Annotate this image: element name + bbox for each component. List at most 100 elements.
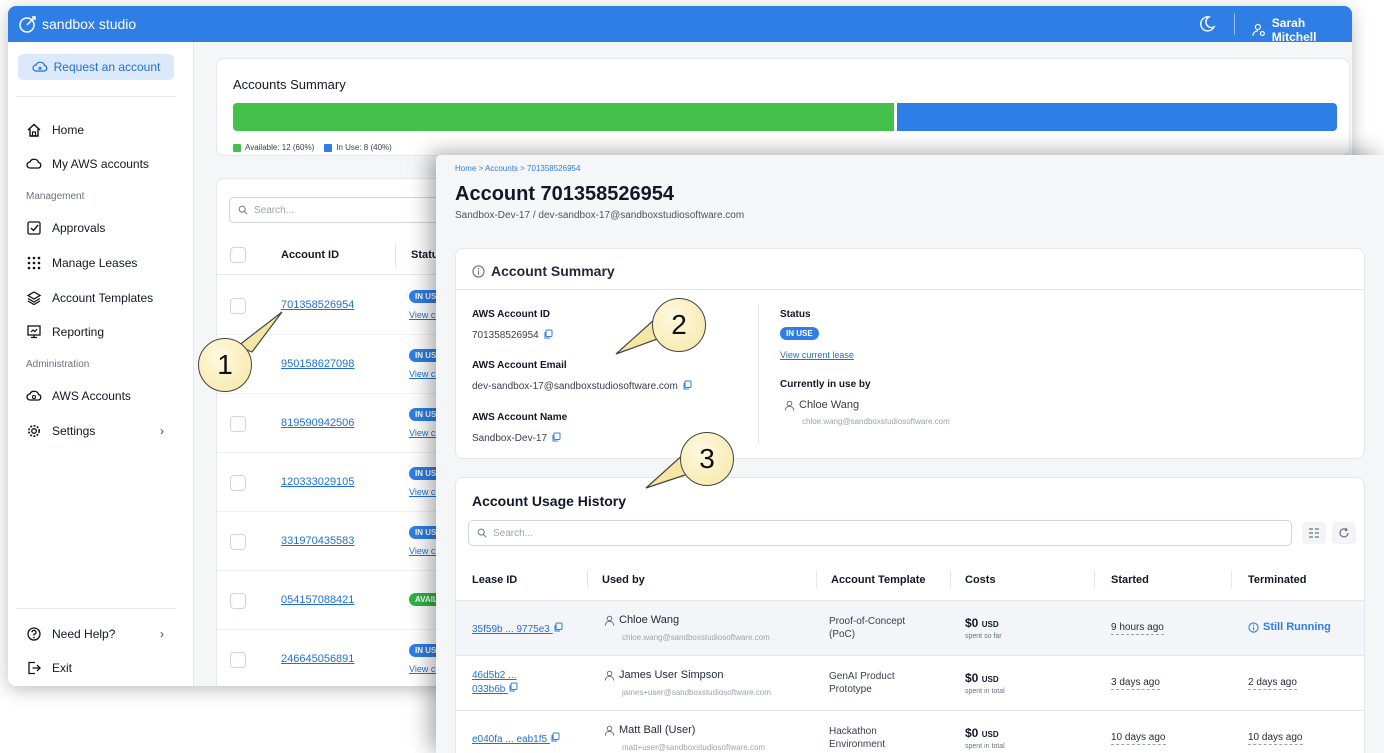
copy-icon[interactable] <box>508 682 518 692</box>
select-all-checkbox[interactable] <box>230 247 246 263</box>
terminated-date: 2 days ago <box>1248 677 1297 690</box>
sidebar-item-approvals[interactable]: Approvals <box>26 220 105 236</box>
request-account-label: Request an account <box>53 60 161 74</box>
search-icon <box>238 205 248 215</box>
sidebar-item-settings[interactable]: Settings <box>26 423 95 439</box>
refresh-button[interactable] <box>1332 522 1356 544</box>
chevron-right-icon: › <box>160 424 164 438</box>
brand-name: sandbox studio <box>42 16 137 32</box>
cost-note: spent in total <box>965 743 1005 750</box>
copy-icon[interactable] <box>551 432 561 445</box>
request-account-button[interactable]: Request an account <box>18 54 174 80</box>
user-name: James User Simpson <box>619 669 724 681</box>
page-subtitle: Sandbox-Dev-17 / dev-sandbox-17@sandboxs… <box>455 210 745 221</box>
sidebar-item-label: Approvals <box>52 221 106 235</box>
lease-id-link[interactable]: e040fa ... eab1f5 <box>472 732 560 746</box>
col-lease-id: Lease ID <box>472 574 518 586</box>
account-template: Hackathon Environment <box>829 725 949 751</box>
summary-title: Accounts Summary <box>233 77 346 92</box>
account-id-link[interactable]: 054157088421 <box>281 594 354 606</box>
page-title: Account 701358526954 <box>455 183 675 205</box>
used-by-user: Chloe Wang <box>604 614 679 626</box>
row-checkbox[interactable] <box>230 593 246 609</box>
columns-button[interactable] <box>1302 522 1326 544</box>
terminated-value: Still Running <box>1263 621 1331 633</box>
history-search-input[interactable]: Search... <box>468 520 1292 546</box>
need-help-label: Need Help? <box>52 627 116 641</box>
exit-button[interactable]: Exit <box>26 660 72 676</box>
table-row[interactable]: 46d5b2 ... 033b6b James User Simpson jame… <box>456 655 1364 710</box>
cost-note: spent in total <box>965 688 1005 695</box>
usage-history-card: Account Usage History Search... Lease ID… <box>455 477 1365 753</box>
template-line: GenAI Product <box>829 671 895 682</box>
account-detail-window: Home > Accounts > 701358526954 Account 7… <box>436 155 1384 753</box>
user-icon <box>604 670 615 681</box>
aws-account-id: 701358526954 <box>472 330 539 341</box>
aws-account-email-value: dev-sandbox-17@sandboxstudiosoftware.com <box>472 380 692 393</box>
row-checkbox[interactable] <box>230 652 246 668</box>
sidebar-item-label: My AWS accounts <box>52 157 149 171</box>
row-checkbox[interactable] <box>230 475 246 491</box>
accounts-summary-card: Accounts Summary Available: 12 (60%) In … <box>216 58 1350 156</box>
account-summary-card: Account Summary AWS Account ID 701358526… <box>455 248 1365 459</box>
cost-amount: $0 <box>965 671 979 685</box>
row-checkbox[interactable] <box>230 416 246 432</box>
lease-id-link[interactable]: 46d5b2 ... 033b6b <box>472 670 518 696</box>
sandbox-logo-icon <box>19 16 36 33</box>
sidebar-item-account-templates[interactable]: Account Templates <box>26 290 153 306</box>
refresh-icon <box>1339 527 1349 538</box>
table-row[interactable]: e040fa ... eab1f5 Matt Ball (User) matt+… <box>456 710 1364 753</box>
account-id-link[interactable]: 950158627098 <box>281 358 354 370</box>
copy-icon[interactable] <box>543 329 553 342</box>
account-id-link[interactable]: 246645056891 <box>281 653 354 665</box>
account-template: Proof-of-Concept (PoC) <box>829 615 949 641</box>
used-by-user: James User Simpson <box>604 669 724 681</box>
copy-icon[interactable] <box>550 732 560 742</box>
columns-icon <box>1309 528 1319 538</box>
lease-id-link[interactable]: 35f59b ... 9775e3 <box>472 622 563 636</box>
header-divider <box>395 243 396 267</box>
sidebar-item-my-aws-accounts[interactable]: My AWS accounts <box>26 156 149 172</box>
lease-id: 35f59b ... 9775e3 <box>472 624 550 635</box>
table-row[interactable]: 35f59b ... 9775e3 Chloe Wang chloe.wang@… <box>456 600 1364 655</box>
sidebar-item-reporting[interactable]: Reporting <box>26 324 104 340</box>
breadcrumb[interactable]: Home > Accounts > 701358526954 <box>455 164 580 173</box>
screenshot-stage: sandbox studio Sarah Mitchell Request an… <box>0 0 1384 753</box>
in-use-legend: In Use: 8 (40%) <box>336 143 392 152</box>
col-used-by: Used by <box>602 574 645 586</box>
gear-icon <box>28 425 40 437</box>
user-name: Matt Ball (User) <box>619 724 696 736</box>
brand-logo[interactable]: sandbox studio <box>18 14 136 34</box>
view-current-lease-link[interactable]: View current lease <box>780 350 854 360</box>
copy-icon[interactable] <box>682 380 692 393</box>
user-menu[interactable]: Sarah Mitchell <box>1252 16 1352 44</box>
presentation-icon <box>27 325 41 339</box>
row-checkbox[interactable] <box>230 298 246 314</box>
account-id-link[interactable]: 120333029105 <box>281 476 354 488</box>
callout-1: 1 <box>198 338 252 392</box>
user-icon <box>604 725 615 736</box>
row-checkbox[interactable] <box>230 534 246 550</box>
sidebar-divider <box>16 96 176 97</box>
account-id-link[interactable]: 331970435583 <box>281 535 354 547</box>
copy-icon[interactable] <box>553 622 563 632</box>
exit-label: Exit <box>52 661 73 675</box>
sidebar-item-manage-leases[interactable]: Manage Leases <box>26 255 137 271</box>
still-running-status[interactable]: Still Running <box>1248 621 1331 633</box>
checkbox-icon <box>27 221 41 235</box>
sidebar-item-aws-accounts[interactable]: AWS Accounts <box>26 388 131 404</box>
sidebar-item-label: Account Templates <box>52 291 154 305</box>
account-id-link[interactable]: 701358526954 <box>281 299 354 311</box>
user-name: Chloe Wang <box>619 614 680 626</box>
started-date: 10 days ago <box>1111 732 1166 745</box>
need-help-button[interactable]: Need Help? <box>26 626 115 642</box>
sidebar-item-label: Manage Leases <box>52 256 138 270</box>
moon-icon[interactable] <box>1198 15 1216 33</box>
grid-icon <box>27 256 41 270</box>
in-use-swatch <box>324 143 333 152</box>
account-id-link[interactable]: 819590942506 <box>281 417 354 429</box>
in-use-bar <box>897 103 1337 131</box>
template-line: Proof-of-Concept <box>829 616 906 627</box>
sidebar-item-home[interactable]: Home <box>26 122 84 138</box>
sidebar-item-label: Reporting <box>52 325 105 339</box>
